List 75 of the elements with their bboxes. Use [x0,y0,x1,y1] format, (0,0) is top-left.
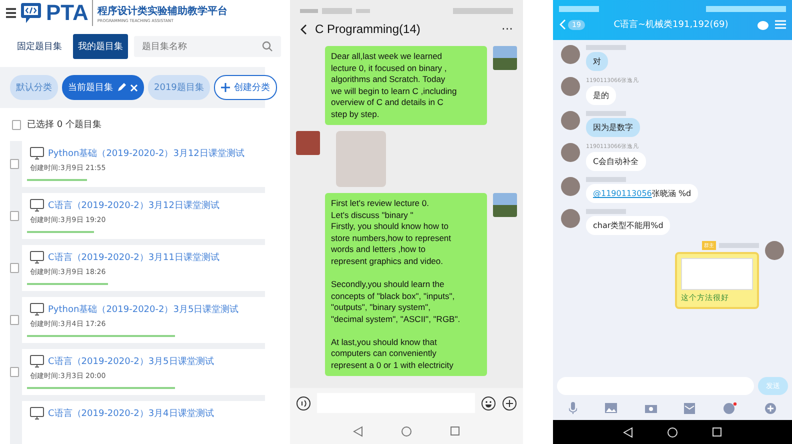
message-bubble: 是的 [586,86,616,105]
monitor-icon [30,303,44,316]
platform-title: 程序设计类实验辅助教学平台 [97,4,228,18]
avatar [561,209,580,228]
microphone-icon[interactable] [569,402,577,414]
checkbox[interactable] [12,120,21,130]
avatar [765,241,784,260]
problem-set-title[interactable]: Python基础（2019-2020-2）3月12日课堂测试 [48,147,244,160]
avatar [561,45,580,64]
avatar [493,193,517,218]
problem-set-title[interactable]: C语言（2019-2020-2）3月4日课堂测试 [48,407,214,420]
envelope-icon[interactable] [684,402,696,414]
message-bubble: Dear all,last week we learned lecture 0, it focused on binary , algorithms and Scratch. Today we will begin to learn C ,including overview of C and details in C step by step. [325,46,487,126]
tab[interactable]: 固定题目集 [12,34,67,59]
group-title: C语言~机械类191,192(69) [612,18,730,31]
message-bubble: char类型不能用%d [586,216,670,235]
monitor-icon [30,147,44,160]
monitor-icon [30,199,44,212]
search-field[interactable]: 题目集名称 [134,36,281,57]
problem-set-title[interactable]: C语言（2019-2020-2）3月12日课堂测试 [48,199,220,212]
sender-name-placeholder [586,209,626,214]
problem-set-title[interactable]: C语言（2019-2020-2）3月5日课堂测试 [48,355,214,368]
logo-text: PTA [46,0,94,26]
message-bubble: 对 [586,52,608,71]
checkbox[interactable] [10,211,19,221]
checkbox[interactable] [10,159,19,169]
category-chip[interactable]: 默认分类 [10,75,58,100]
checkbox[interactable] [10,263,19,273]
back-icon [559,19,566,30]
back-icon[interactable] [300,24,307,34]
chat-title: C Programming(14) [315,22,422,36]
sender-name-placeholder [586,177,626,182]
create-category-button[interactable]: 创建分类 [214,75,277,100]
search-input[interactable]: 题目集名称 [142,42,262,52]
menu-icon[interactable] [6,8,16,18]
message-bubble: C会自动补全 [586,152,646,171]
sender-name-placeholder [586,111,626,116]
avatar [493,46,517,70]
checkbox[interactable] [10,315,19,325]
avatar [561,177,580,196]
tab[interactable]: 我的题目集 [73,34,128,59]
avatar [561,143,580,162]
category-chip[interactable]: 当前题目集 [62,75,144,100]
monitor-icon [30,355,44,368]
mention-link[interactable]: @1190113056 [593,189,652,198]
sender-name-placeholder [719,243,759,248]
plus-icon [220,83,230,92]
search-icon [262,41,273,52]
voice-icon[interactable] [296,396,311,410]
avatar [296,131,320,156]
plus-icon[interactable] [502,396,517,410]
avatar [561,77,580,96]
sender-name-placeholder [586,45,626,50]
status-icons-drawing [300,8,370,14]
photo-placeholder [336,131,386,188]
image-icon[interactable] [604,403,617,413]
more-button[interactable]: ··· [502,22,513,36]
status-icons-drawing [559,6,599,12]
battery-status-drawing [453,8,513,14]
monitor-icon [30,251,44,264]
selection-count: 已选择 0 个题目集 [27,118,102,131]
message-bubble: @1190113056张晓涵 %d [586,184,698,203]
problem-set-title[interactable]: C语言（2019-2020-2）3月11日课堂测试 [48,251,220,264]
close-icon[interactable] [130,84,138,92]
message-bubble: 因为是数字 [586,118,640,137]
problem-set-card[interactable]: C语言（2019-2020-2）3月4日课堂测试 [22,401,265,444]
camera-icon[interactable] [644,403,657,413]
message-bubble: First let's review lecture 0. Let's discuss "binary " Firstly, you should know how to store numbers,how to represent words and letters ,how to represent graphics and video. Secondly,you should learn the concepts of "black box", "inputs", "outputs", "binary system", "decimal system", "ASCII", "RGB". At last,you should know that computers can conveniently represent a 0 or 1 with electricity [325,193,487,376]
monitor-icon [30,407,44,420]
checkbox[interactable] [10,367,19,377]
category-chip[interactable]: 2019题目集 [148,75,210,100]
avatar [561,111,580,130]
problem-set-title[interactable]: Python基础（2019-2020-2）3月5日课堂测试 [48,303,239,316]
pencil-icon[interactable] [117,83,126,92]
screenshot-thumbnail [681,258,753,290]
